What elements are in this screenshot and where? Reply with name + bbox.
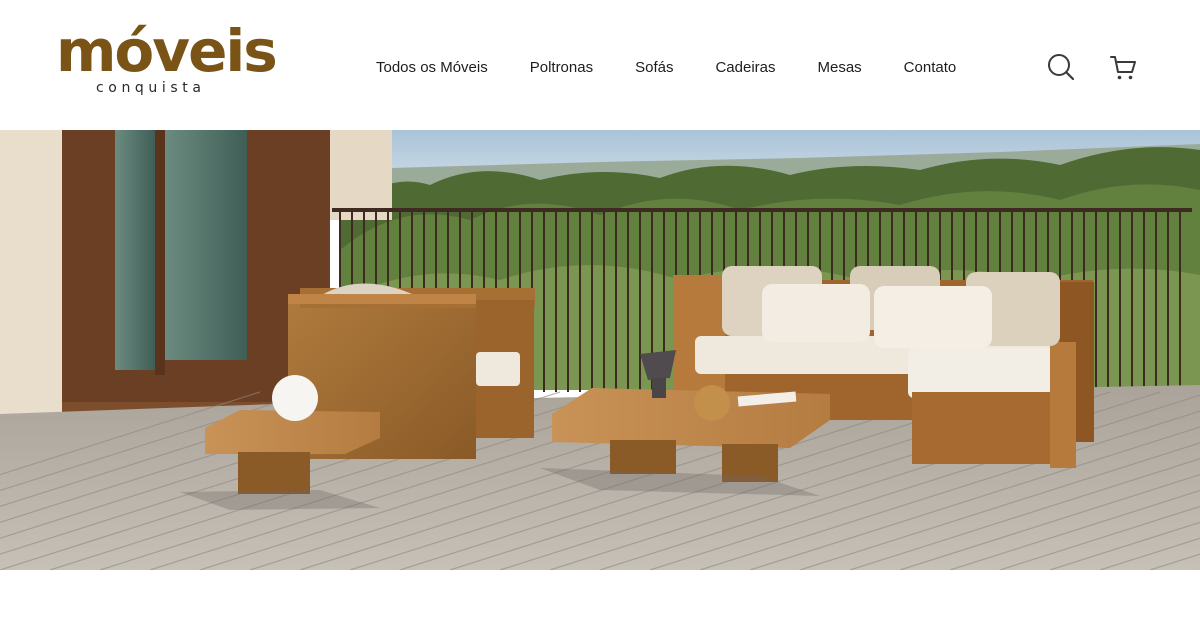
- brand-logo-tagline: conquista: [96, 80, 206, 96]
- main-nav: Todos os Móveis Poltronas Sofás Cadeiras…: [355, 56, 977, 80]
- search-icon: [1048, 54, 1075, 81]
- hero-banner: [0, 130, 1200, 570]
- nav-link-mesas[interactable]: Mesas: [796, 56, 882, 80]
- nav-link-cadeiras[interactable]: Cadeiras: [694, 56, 796, 80]
- nav-link-sofas[interactable]: Sofás: [614, 56, 694, 80]
- site-header: móveis conquista Todos os Móveis Poltron…: [0, 0, 1200, 130]
- search-button[interactable]: [1046, 52, 1076, 82]
- brand-logo[interactable]: móveis conquista: [56, 18, 278, 102]
- nav-link-todos-os-moveis[interactable]: Todos os Móveis: [355, 56, 509, 80]
- brand-logo-wordmark: móveis: [56, 17, 278, 85]
- nav-link-poltronas[interactable]: Poltronas: [509, 56, 614, 80]
- cart-button[interactable]: [1108, 52, 1138, 82]
- hero-image: [0, 130, 1200, 570]
- cart-icon: [1110, 56, 1136, 80]
- nav-link-contato[interactable]: Contato: [883, 56, 978, 80]
